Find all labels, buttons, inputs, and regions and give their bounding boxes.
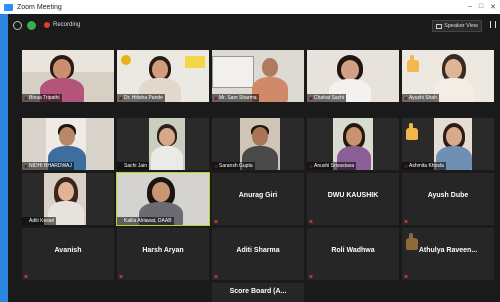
muted-mic-icon: [119, 274, 123, 278]
close-icon[interactable]: ✕: [490, 3, 496, 11]
window-controls: – □ ✕: [468, 3, 496, 11]
participant-name: Sachi Jain: [117, 162, 150, 170]
muted-mic-icon: [214, 274, 218, 278]
fullscreen-icon[interactable]: [490, 21, 496, 28]
participant-name: Saransh Gupta: [212, 162, 255, 170]
participant-name: Avanish: [54, 247, 82, 254]
participant-name: Anurag Giri: [238, 192, 278, 199]
muted-mic-icon: [404, 274, 408, 278]
participant-tile[interactable]: Chahat Sachi: [307, 50, 399, 102]
face-shape: [262, 58, 278, 77]
participant-tile[interactable]: Harsh Aryan: [117, 228, 209, 280]
maximize-icon[interactable]: □: [479, 3, 483, 11]
participant-name: Ashmita Khosla: [402, 162, 446, 170]
security-shield-icon[interactable]: [27, 20, 36, 30]
participant-name: Binaa Tripathi: [22, 94, 62, 102]
participant-name: Mr. Sam Sharma: [212, 94, 259, 102]
face-shape: [159, 128, 175, 146]
participant-tile-active-speaker[interactable]: Kalila Ahlawat, DAAB: [116, 172, 210, 226]
participant-tile[interactable]: Athulya Raveen...: [402, 228, 494, 280]
face-shape: [445, 59, 462, 79]
participant-name: Chahat Sachi: [307, 94, 347, 102]
wall-decoration: [185, 56, 205, 68]
face-shape: [152, 60, 168, 79]
body-shape: [434, 78, 474, 102]
muted-mic-icon: [214, 219, 218, 223]
participant-tile[interactable]: Binaa Tripathi: [22, 50, 114, 102]
logo-badge: [121, 55, 131, 65]
recording-label: Recording: [53, 22, 81, 28]
whiteboard: [212, 56, 254, 88]
participant-tile[interactable]: Ayush Dube: [402, 173, 494, 225]
face-shape: [152, 182, 170, 202]
participant-tile[interactable]: Sachi Jain: [117, 118, 209, 170]
participant-name: Aditi Sharma: [236, 247, 280, 254]
muted-mic-icon: [404, 219, 408, 223]
participant-name: Score Board (A...: [229, 288, 287, 295]
body-shape: [151, 146, 183, 170]
participant-tile[interactable]: DWU KAUSHIK: [307, 173, 399, 225]
info-icon[interactable]: [13, 20, 22, 30]
thumbs-up-icon: [407, 55, 419, 72]
participant-name: Dr. Hitisha Pande: [117, 94, 165, 102]
participant-tile[interactable]: Ayushi Shah: [402, 50, 494, 102]
participant-tile[interactable]: Roli Wadhwa: [307, 228, 399, 280]
participant-name: Ayush Dube: [427, 192, 469, 199]
window-title: Zoom Meeting: [17, 3, 62, 11]
speaker-view-label: Speaker View: [444, 23, 478, 29]
participant-tile[interactable]: Anurag Giri: [212, 173, 304, 225]
participant-name: Roli Wadhwa: [331, 247, 375, 254]
minimize-icon[interactable]: –: [468, 3, 472, 11]
participant-tile[interactable]: Aditi Sharma: [212, 228, 304, 280]
participant-tile[interactable]: Mr. Sam Sharma: [212, 50, 304, 102]
participant-tile[interactable]: Aditi Kesari: [22, 173, 114, 225]
face-shape: [346, 127, 362, 146]
recording-dot-icon: [44, 22, 50, 28]
grid-view-icon: [436, 23, 443, 29]
participant-name: Harsh Aryan: [142, 247, 184, 254]
participant-tile[interactable]: Score Board (A...: [212, 283, 304, 302]
participant-tile[interactable]: Dr. Hitisha Pande: [117, 50, 209, 102]
participant-name: DWU KAUSHIK: [327, 192, 379, 199]
participant-tile[interactable]: Ashmita Khosla: [402, 118, 494, 170]
face-shape: [53, 59, 71, 79]
meeting-topbar: Recording Speaker View: [8, 14, 500, 36]
participant-name: Kalila Ahlawat, DAAB: [117, 217, 174, 225]
participant-tile[interactable]: Saransh Gupta: [212, 118, 304, 170]
face-shape: [446, 127, 462, 146]
participant-tile[interactable]: NIDHI BHARDWAJ: [22, 118, 114, 170]
muted-mic-icon: [24, 274, 28, 278]
participant-name: Athulya Raveen...: [418, 247, 478, 254]
desktop-background-strip: [0, 14, 8, 302]
participant-name: Ayushi Shah: [402, 94, 439, 102]
zoom-app-icon: [4, 3, 13, 11]
speaker-view-button[interactable]: Speaker View: [432, 20, 482, 32]
muted-mic-icon: [309, 219, 313, 223]
thumbs-up-icon: [406, 123, 418, 140]
face-shape: [252, 127, 268, 146]
participant-name: Anushi Srivastava: [307, 162, 357, 170]
participant-name: NIDHI BHARDWAJ: [22, 162, 74, 170]
muted-mic-icon: [309, 274, 313, 278]
face-shape: [58, 182, 74, 201]
meeting-area: Recording Speaker View Binaa Tripathi Dr…: [8, 14, 500, 302]
participant-name: Aditi Kesari: [22, 217, 57, 225]
participant-tile[interactable]: Anushi Srivastava: [307, 118, 399, 170]
participant-tile[interactable]: Avanish: [22, 228, 114, 280]
window-titlebar: Zoom Meeting – □ ✕: [0, 0, 500, 14]
face-shape: [341, 60, 359, 80]
face-shape: [59, 127, 75, 146]
